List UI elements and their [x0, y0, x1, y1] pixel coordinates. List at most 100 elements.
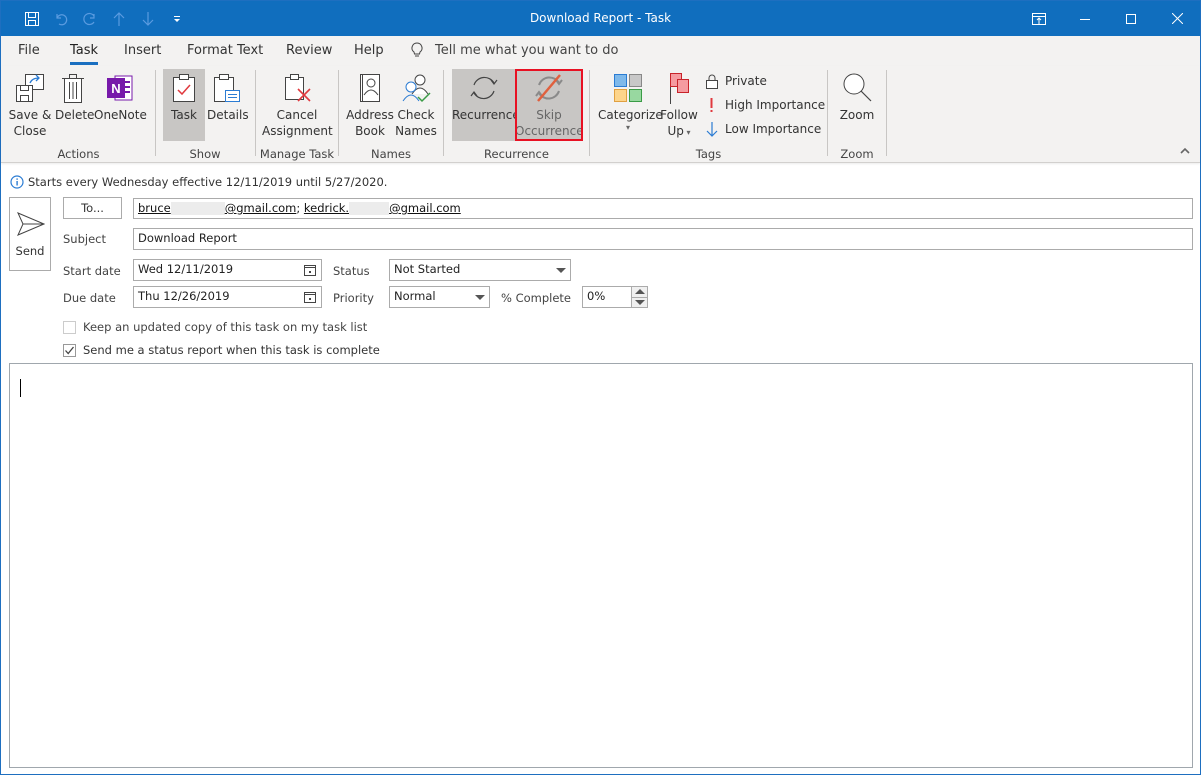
- cancel-assignment-button[interactable]: Cancel Assignment: [262, 69, 333, 141]
- recurrence-info-bar: Starts every Wednesday effective 12/11/2…: [10, 175, 387, 189]
- keep-copy-checkbox[interactable]: Keep an updated copy of this task on my …: [63, 320, 367, 334]
- save-close-button[interactable]: Save & Close: [7, 69, 53, 141]
- calendar-icon[interactable]: [303, 290, 317, 304]
- svg-text:N: N: [111, 81, 120, 96]
- text-caret: [20, 379, 21, 397]
- check-names-icon: [402, 74, 431, 103]
- info-icon: [10, 175, 24, 189]
- outlook-task-window: Download Report - Task File Task Insert …: [0, 0, 1201, 775]
- start-date-field[interactable]: Wed 12/11/2019: [133, 259, 322, 281]
- dropdown-arrow-icon: ▾: [625, 123, 630, 132]
- save-close-icon: [16, 74, 44, 102]
- minimize-icon: [1080, 18, 1090, 20]
- group-recurrence: Recurrence Skip Occurrence Recurrence: [444, 66, 589, 163]
- checkbox-box[interactable]: [63, 320, 76, 334]
- close-icon: [1171, 13, 1183, 24]
- percent-complete-spinner[interactable]: [631, 286, 648, 308]
- low-importance-button[interactable]: Low Importance: [705, 118, 821, 140]
- title-bar: Download Report - Task: [1, 1, 1200, 36]
- group-actions: Save & Close Delete N OneNote Actions: [1, 66, 156, 163]
- ribbon-tabs: File Task Insert Format Text Review Help…: [1, 36, 1200, 66]
- categorize-button[interactable]: Categorize ▾: [598, 69, 663, 141]
- checkmark-icon: [65, 346, 75, 354]
- skip-occurrence-icon: [535, 74, 563, 102]
- group-label-actions: Actions: [57, 147, 100, 161]
- ribbon: Save & Close Delete N OneNote Actions Ta…: [1, 66, 1200, 163]
- maximize-icon: [1126, 13, 1136, 24]
- skip-occurrence-button[interactable]: Skip Occurrence: [515, 69, 584, 141]
- subject-field[interactable]: Download Report: [133, 228, 1193, 250]
- info-text: Starts every Wednesday effective 12/11/2…: [28, 175, 388, 189]
- group-label-zoom: Zoom: [840, 147, 874, 161]
- private-button[interactable]: Private: [705, 70, 767, 92]
- dropdown-arrow-icon: [556, 268, 566, 273]
- details-view-button[interactable]: Details: [207, 69, 249, 141]
- chevron-up-icon: [1180, 147, 1190, 154]
- recurrence-icon: [470, 76, 498, 100]
- send-icon: [17, 212, 45, 236]
- ribbon-separator: [886, 70, 887, 156]
- magnifier-icon: [843, 73, 872, 102]
- delete-button[interactable]: Delete: [55, 69, 94, 141]
- spin-down-icon[interactable]: [632, 298, 647, 308]
- group-label-manage-task: Manage Task: [259, 147, 335, 161]
- address-book-button[interactable]: Address Book: [346, 69, 394, 141]
- exclamation-icon: [710, 98, 713, 112]
- checkbox-box[interactable]: [63, 343, 76, 357]
- arrow-down-icon: [706, 122, 718, 137]
- group-show: Task Details Show: [156, 66, 254, 163]
- subject-label: Subject: [63, 232, 106, 246]
- task-view-button[interactable]: Task: [163, 69, 205, 141]
- group-label-recurrence: Recurrence: [484, 147, 549, 161]
- start-date-label: Start date: [63, 264, 121, 278]
- dropdown-arrow-icon: [475, 295, 485, 300]
- priority-dropdown[interactable]: Normal: [389, 286, 490, 308]
- group-label-show: Show: [189, 147, 221, 161]
- due-date-field[interactable]: Thu 12/26/2019: [133, 286, 322, 308]
- group-label-tags: Tags: [695, 147, 722, 161]
- close-button[interactable]: [1154, 1, 1200, 36]
- percent-complete-label: % Complete: [501, 291, 572, 305]
- trash-icon: [62, 74, 84, 103]
- onenote-button[interactable]: N OneNote: [94, 69, 147, 141]
- ribbon-display-options-button[interactable]: [1016, 1, 1062, 36]
- address-book-icon: [360, 74, 380, 102]
- tell-me-text: Tell me what you want to do: [435, 42, 619, 58]
- maximize-button[interactable]: [1108, 1, 1154, 36]
- status-label: Status: [333, 264, 370, 278]
- high-importance-button[interactable]: High Importance: [705, 94, 825, 116]
- collapse-ribbon-button[interactable]: [1180, 144, 1190, 158]
- recipient-1[interactable]: bruce @gmail.com: [138, 201, 296, 215]
- tab-insert[interactable]: Insert: [124, 43, 161, 58]
- recurrence-button[interactable]: Recurrence: [452, 69, 520, 141]
- group-names: Address Book Check Names Names: [339, 66, 443, 163]
- to-button[interactable]: To...: [63, 197, 122, 219]
- tab-file[interactable]: File: [18, 43, 40, 58]
- tell-me-search[interactable]: Tell me what you want to do: [411, 42, 618, 58]
- to-field[interactable]: bruce @gmail.com; kedrick. @gmail.com: [133, 198, 1193, 219]
- tab-task[interactable]: Task: [70, 43, 99, 65]
- follow-up-button[interactable]: Follow Up ▾: [659, 69, 699, 141]
- tab-help[interactable]: Help: [354, 43, 384, 58]
- minimize-button[interactable]: [1062, 1, 1108, 36]
- tab-format-text[interactable]: Format Text: [187, 43, 263, 58]
- task-body-editor[interactable]: [9, 363, 1193, 768]
- zoom-button[interactable]: Zoom: [834, 69, 880, 141]
- details-clipboard-icon: [214, 74, 240, 102]
- calendar-icon[interactable]: [303, 263, 317, 277]
- status-dropdown[interactable]: Not Started: [389, 259, 571, 281]
- send-button[interactable]: Send: [9, 197, 51, 271]
- group-label-names: Names: [371, 147, 411, 161]
- recipient-2[interactable]: kedrick. @gmail.com: [304, 201, 461, 215]
- ribbon-display-icon: [1032, 12, 1046, 25]
- dropdown-arrow-icon: ▾: [683, 128, 691, 137]
- categorize-icon: [614, 74, 642, 102]
- tab-review[interactable]: Review: [286, 43, 332, 58]
- flag-icon: [670, 73, 689, 104]
- task-clipboard-icon: [173, 74, 195, 102]
- check-names-button[interactable]: Check Names: [395, 69, 437, 141]
- group-zoom: Zoom Zoom: [828, 66, 886, 163]
- status-report-checkbox[interactable]: Send me a status report when this task i…: [63, 343, 380, 357]
- spin-up-icon[interactable]: [632, 287, 647, 297]
- percent-complete-field[interactable]: 0%: [582, 286, 632, 308]
